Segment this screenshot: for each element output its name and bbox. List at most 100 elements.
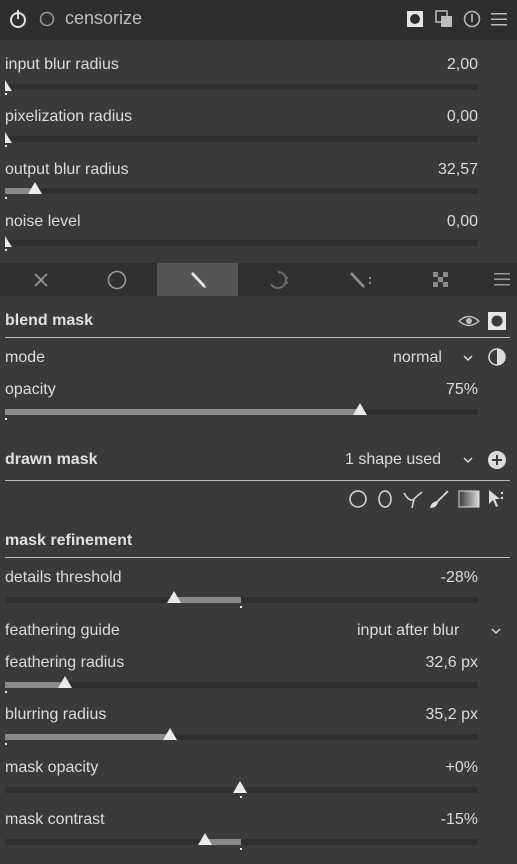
pencil-icon [190,271,206,288]
blurring-radius-fill [5,734,170,740]
feathering-radius-slider[interactable] [5,682,478,688]
mask-contrast-slider[interactable] [5,839,478,845]
opacity-label: opacity [5,381,56,398]
opacity-fill [5,409,360,415]
module-title: censorize [65,8,143,28]
noise-level-value: 0,00 [446,213,478,230]
path-shape-icon[interactable] [402,489,424,509]
slider-dot [240,606,242,608]
slider-marker[interactable] [233,781,247,793]
slider-dot [5,145,7,147]
slider-marker[interactable] [58,676,72,688]
output-blur-radius-slider[interactable] [5,188,478,194]
section-divider [5,557,510,558]
noise-level-slider[interactable] [5,240,478,246]
slider-dot [240,796,242,798]
circle-icon [107,270,126,289]
multi-instance-icon[interactable] [435,10,453,28]
opacity-value: 75% [445,381,478,398]
tab-uniformly[interactable] [76,263,157,296]
slider-marker[interactable] [353,403,367,415]
output-blur-radius-label: output blur radius [5,161,129,178]
mask-refinement-title: mask refinement [5,532,133,549]
chevron-down-icon[interactable] [490,625,502,637]
slider-dot [5,418,7,420]
gradient-shape-icon[interactable] [458,489,480,509]
tab-menu-icon[interactable] [493,270,511,288]
polarity-icon[interactable] [487,347,507,367]
pixelization-radius-label: pixelization radius [5,108,133,125]
tab-drawn-parametric[interactable] [319,263,400,296]
close-icon [33,272,48,287]
menu-icon[interactable] [490,10,508,28]
slider-dot [5,249,7,251]
output-blur-radius-value: 32,57 [437,161,478,178]
slider-marker[interactable] [5,236,12,247]
mode-dropdown[interactable]: normal [393,349,442,367]
blurring-radius-value: 35,2 px [425,706,478,723]
noise-level-label: noise level [5,213,81,230]
feathering-guide-value: input after blur [357,622,460,639]
slider-dot [240,848,242,850]
mask-contrast-value: -15% [440,811,478,828]
reset-icon[interactable] [462,9,482,29]
shapes-used-dropdown[interactable]: 1 shape used [345,451,441,469]
mask-indicator-icon[interactable] [406,10,424,28]
pixelization-radius-value: 0,00 [446,108,478,125]
feathering-radius-value: 32,6 px [425,654,478,671]
slider-dot [5,743,7,745]
slider-dot [5,691,7,693]
mask-display-icon[interactable] [487,311,507,331]
chevron-down-icon[interactable] [462,352,474,364]
tab-raster-mask[interactable] [400,263,481,296]
mask-contrast-label: mask contrast [5,811,105,828]
chevron-down-icon[interactable] [462,454,474,466]
blend-mask-title: blend mask [5,312,94,329]
blend-mode-tabbar [0,263,517,296]
shape-manager-icon[interactable] [485,487,507,509]
details-threshold-value: -28% [440,569,478,586]
drawn-parametric-icon [349,271,371,288]
input-blur-radius-label: input blur radius [5,56,119,73]
details-threshold-label: details threshold [5,569,122,586]
ellipse-shape-icon[interactable] [376,489,394,509]
module-header: censorize [0,0,517,40]
parametric-icon [269,270,288,289]
presets-circle-icon[interactable] [38,10,56,28]
tab-off[interactable] [0,263,81,296]
feathering-guide-dropdown[interactable]: input after blur [357,622,459,640]
mask-opacity-value: +0% [445,759,478,776]
circle-shape-icon[interactable] [348,489,368,509]
slider-dot [5,197,7,199]
pixelization-radius-slider[interactable] [5,136,478,142]
slider-marker[interactable] [28,182,42,194]
drawn-mask-title: drawn mask [5,451,98,468]
brush-icon[interactable] [428,489,450,509]
slider-marker[interactable] [5,132,12,143]
input-blur-radius-value: 2,00 [446,56,478,73]
slider-marker[interactable] [198,833,212,845]
input-blur-radius-slider[interactable] [5,84,478,90]
slider-marker[interactable] [167,591,181,603]
eye-icon[interactable] [458,313,480,329]
blurring-radius-label: blurring radius [5,706,107,723]
feathering-radius-label: feathering radius [5,654,125,671]
slider-dot [5,93,7,95]
feathering-radius-fill [5,682,65,688]
details-threshold-slider[interactable] [5,597,478,603]
section-divider [5,337,510,338]
tab-drawn-mask[interactable] [157,263,238,296]
tab-parametric-mask[interactable] [238,263,319,296]
section-divider [5,480,510,481]
mode-value: normal [393,349,442,366]
slider-marker[interactable] [5,80,12,91]
mask-opacity-label: mask opacity [5,759,99,776]
power-icon[interactable] [8,9,28,29]
slider-marker[interactable] [163,728,177,740]
feathering-guide-label: feathering guide [5,622,120,639]
shapes-used-text: 1 shape used [345,451,442,468]
add-icon[interactable] [487,450,507,470]
mode-label: mode [5,349,46,366]
details-threshold-fill [175,597,241,603]
raster-icon [432,271,448,287]
